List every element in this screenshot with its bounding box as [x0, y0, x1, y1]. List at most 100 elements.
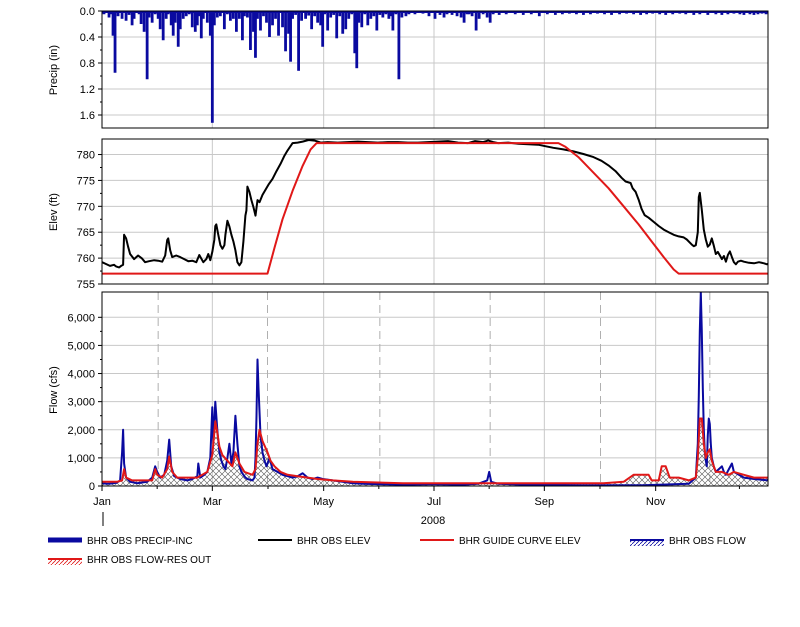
y-tick-label: 755: [77, 279, 95, 291]
legend-item: BHR GUIDE CURVE ELEV: [420, 536, 581, 547]
precip-bar: [497, 11, 501, 15]
precip-bar: [307, 11, 311, 16]
precip-bar: [243, 11, 246, 17]
precip-bar: [582, 11, 585, 15]
precip-bar: [438, 11, 442, 15]
precip-bar: [150, 11, 154, 23]
precip-bar: [201, 11, 205, 19]
precip-bar: [474, 11, 478, 31]
precip-bar: [366, 11, 370, 26]
precip-bar: [781, 11, 784, 14]
chart-panel-2: 755 760 765 770 775 780 Elev (ft): [48, 138, 769, 291]
precip-bar: [142, 11, 146, 32]
precip-bar: [205, 11, 209, 23]
precip-bar: [639, 11, 643, 15]
precip-bar: [391, 11, 395, 31]
precip-bar: [139, 11, 143, 24]
precip-bar: [265, 11, 268, 23]
precip-bar: [488, 11, 492, 23]
precip-bar: [692, 11, 696, 15]
precip-bar: [769, 11, 772, 15]
precip-bar: [262, 11, 265, 17]
chart-panel-1: 0.0 0.4 0.8 1.2 1.6 Precip (in): [48, 6, 796, 129]
precip-bar: [246, 11, 249, 18]
precip-bar: [113, 11, 117, 73]
x-tick-label: Jul: [427, 496, 441, 508]
precip-bar: [120, 11, 124, 19]
precip-bar: [212, 11, 216, 26]
precip-bar: [427, 11, 431, 17]
y-tick-label: 0.4: [80, 32, 95, 44]
precip-bar: [181, 11, 185, 19]
precip-bar: [145, 11, 149, 80]
precip-bar: [664, 11, 668, 15]
y-tick-label: 765: [77, 227, 95, 239]
precip-bar: [706, 11, 710, 15]
legend-item: BHR OBS PRECIP-INC: [48, 536, 193, 547]
precip-bar: [752, 11, 756, 15]
precip-bar: [271, 11, 274, 26]
precip-bar: [553, 11, 557, 15]
precip-bar: [785, 11, 788, 14]
precip-bar: [375, 11, 379, 31]
y-tick-label: 4,000: [67, 369, 95, 381]
precip-bar: [789, 11, 792, 14]
precip-bar: [173, 11, 177, 23]
series-line-guide-curve: [102, 142, 768, 275]
precip-bar: [326, 11, 330, 31]
precip-bar: [300, 11, 303, 21]
legend-item: BHR OBS FLOW: [630, 536, 746, 547]
series-line-res-out: [102, 417, 768, 485]
x-tick-label: Nov: [646, 496, 666, 508]
precip-bar: [341, 11, 345, 34]
precip-bar: [537, 11, 541, 17]
precip-bar: [793, 11, 796, 15]
precip-bar: [215, 11, 219, 18]
precip-bar: [184, 11, 188, 17]
precip-bar: [178, 11, 182, 30]
y-tick-label: 760: [77, 253, 95, 265]
precip-bar: [404, 11, 408, 17]
y-tick-label: 1.2: [80, 84, 95, 96]
precip-bar: [268, 11, 271, 37]
precip-bar: [372, 11, 376, 17]
legend-label: BHR GUIDE CURVE ELEV: [459, 536, 581, 547]
x-tick-label: Sep: [535, 496, 555, 508]
precip-bar: [470, 11, 474, 17]
y-tick-label: 6,000: [67, 312, 95, 324]
precip-bar: [485, 11, 489, 18]
precip-bar: [400, 11, 404, 18]
plot-area: [102, 292, 768, 486]
precip-bar: [124, 11, 128, 21]
legend-label: BHR OBS FLOW-RES OUT: [87, 555, 211, 566]
precip-bar: [277, 11, 280, 36]
precip-bar: [256, 11, 259, 19]
precip-bar: [360, 11, 364, 28]
precip-bar: [742, 11, 746, 15]
precip-bar: [477, 11, 481, 19]
precip-bar: [274, 11, 277, 19]
x-tick-label: May: [313, 496, 334, 508]
chart-panel-3: 0 1,000 2,000 3,000 4,000 5,000 6,000 Flow (cfs…: [48, 291, 769, 493]
precip-bar: [127, 11, 131, 15]
precip-bar: [338, 11, 342, 17]
legend-label: BHR OBS FLOW: [669, 536, 746, 547]
precip-bar: [161, 11, 165, 41]
series-line-obs-flow: [102, 292, 768, 486]
precip-bar: [210, 11, 214, 123]
y-tick-label: 3,000: [67, 397, 95, 409]
precip-bar: [521, 11, 525, 15]
y-tick-label: 5,000: [67, 340, 95, 352]
precip-bar: [294, 11, 297, 15]
precip-bar: [218, 11, 222, 17]
chart-figure: 0.0 0.4 0.8 1.2 1.6 Precip (in) 755 760 765 770 77…: [48, 6, 796, 566]
precip-bar: [329, 11, 333, 18]
panel-frame: [101, 291, 769, 487]
x-tick-label: Jan: [93, 496, 111, 508]
precip-bar: [344, 11, 348, 30]
precip-bar: [304, 11, 308, 19]
precip-bar: [347, 11, 351, 19]
y-axis-label: Flow (cfs): [48, 366, 60, 414]
precip-bar: [378, 11, 382, 15]
precip-bar: [720, 11, 724, 15]
